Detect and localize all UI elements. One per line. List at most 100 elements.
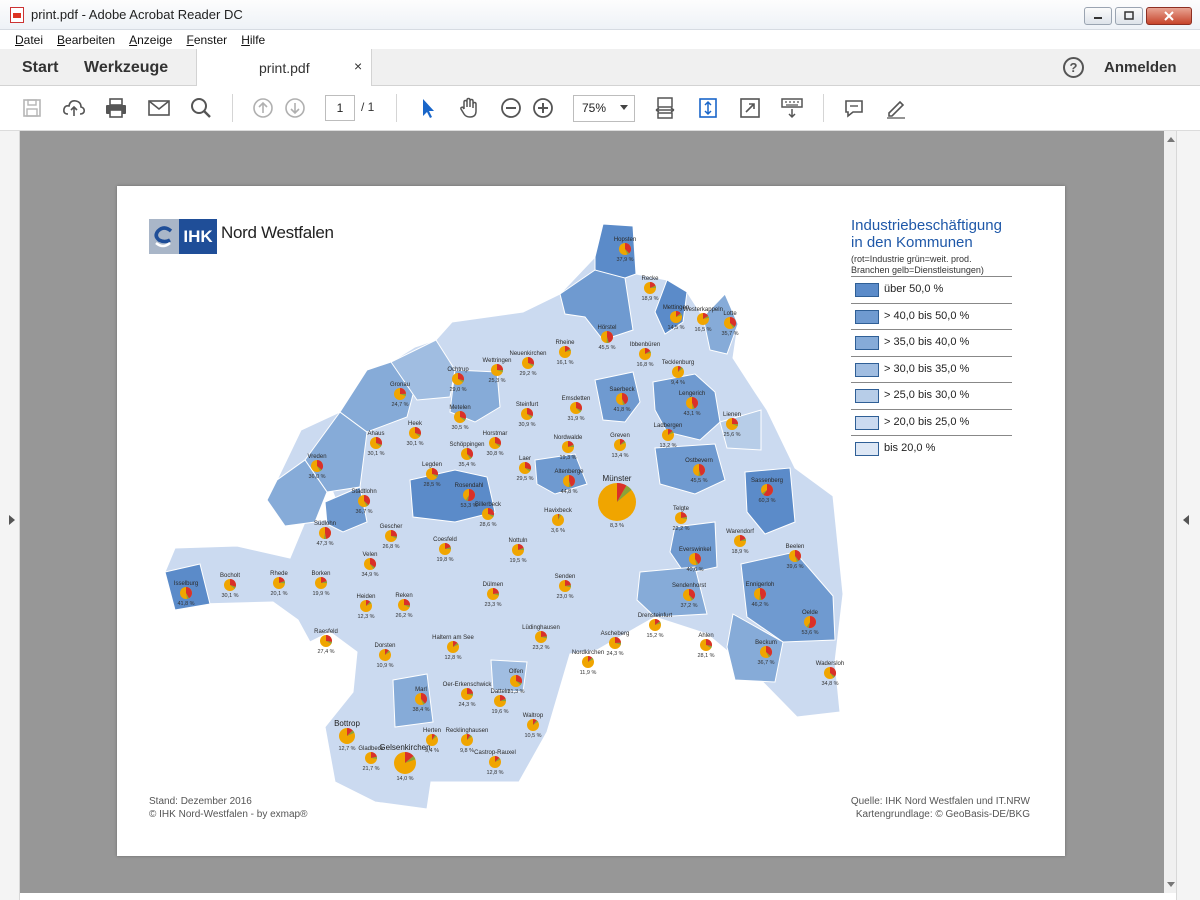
minimize-button[interactable] bbox=[1084, 7, 1112, 25]
chevron-down-icon[interactable] bbox=[620, 105, 628, 110]
place-value: 39,6 % bbox=[786, 564, 803, 570]
email-button[interactable] bbox=[147, 96, 171, 120]
place-name: Warendorf bbox=[726, 529, 754, 535]
help-icon[interactable]: ? bbox=[1063, 57, 1084, 78]
print-button[interactable] bbox=[104, 96, 128, 120]
sign-button[interactable] bbox=[884, 96, 908, 120]
place-value: 19,6 % bbox=[491, 709, 508, 715]
place-name: Heiden bbox=[356, 594, 375, 600]
page-fit-icon bbox=[655, 97, 675, 119]
keyboard-button[interactable] bbox=[780, 96, 804, 120]
place-name: Telgte bbox=[673, 506, 690, 512]
zoom-in-button[interactable] bbox=[531, 96, 555, 120]
search-button[interactable] bbox=[189, 96, 213, 120]
vertical-scrollbar[interactable] bbox=[1164, 131, 1176, 893]
place-name: Metelen bbox=[449, 405, 470, 411]
place-name: Ennigerloh bbox=[746, 582, 775, 588]
place-name: Legden bbox=[422, 462, 442, 468]
place-name: Haltern am See bbox=[432, 635, 474, 641]
comment-button[interactable] bbox=[842, 96, 866, 120]
place-value: 11,9 % bbox=[580, 670, 597, 676]
menu-datei[interactable]: Datei bbox=[15, 33, 43, 47]
fit-width-button[interactable] bbox=[653, 96, 677, 120]
menu-anzeige[interactable]: Anzeige bbox=[129, 33, 172, 47]
envelope-icon bbox=[148, 100, 170, 116]
place-value: 19,9 % bbox=[312, 591, 329, 597]
maximize-button[interactable] bbox=[1115, 7, 1143, 25]
place-name: Nordwalde bbox=[554, 435, 583, 441]
place-value: 36,7 % bbox=[355, 509, 372, 515]
menu-bearbeiten[interactable]: Bearbeiten bbox=[57, 33, 115, 47]
upload-button[interactable] bbox=[62, 96, 86, 120]
place-name: Vreden bbox=[307, 454, 326, 460]
place-value: 30,1 % bbox=[406, 441, 423, 447]
place-name: Oer-Erkenschwick bbox=[443, 682, 493, 688]
page-total: / 1 bbox=[361, 100, 375, 114]
place-value: 12,7 % bbox=[338, 746, 355, 752]
legend-subtitle-line: Branchen gelb=Dienstleistungen) bbox=[851, 265, 984, 275]
place-name: Marl bbox=[415, 687, 427, 693]
tab-document[interactable]: print.pdf × bbox=[196, 49, 372, 86]
select-tool-button[interactable] bbox=[416, 96, 440, 120]
place-name: Velen bbox=[362, 552, 377, 558]
menu-fenster[interactable]: Fenster bbox=[186, 33, 227, 47]
place-value: 46,2 % bbox=[751, 602, 768, 608]
minimize-icon bbox=[1094, 17, 1102, 19]
place-name: Lengerich bbox=[679, 391, 705, 397]
place-name: Olfen bbox=[509, 669, 523, 675]
printer-icon bbox=[106, 98, 126, 118]
place-name: Heek bbox=[408, 421, 423, 427]
previous-page-button[interactable] bbox=[251, 96, 275, 120]
legend-swatch bbox=[855, 283, 879, 297]
legend-swatch bbox=[855, 362, 879, 377]
place-value: 12,8 % bbox=[486, 770, 503, 776]
place-value: 30,1 % bbox=[367, 451, 384, 457]
place-name: Lotte bbox=[723, 311, 737, 317]
save-button[interactable] bbox=[20, 96, 44, 120]
document-tab-label: print.pdf bbox=[259, 60, 310, 76]
close-window-button[interactable] bbox=[1146, 7, 1192, 25]
tab-start[interactable]: Start bbox=[22, 59, 58, 77]
close-tab-button[interactable]: × bbox=[354, 58, 362, 74]
place-name: Wadersloh bbox=[816, 661, 844, 667]
scroll-mode-button[interactable] bbox=[696, 96, 720, 120]
place-name: Emsdetten bbox=[562, 396, 591, 402]
next-page-button[interactable] bbox=[283, 96, 307, 120]
footer-line: © IHK Nord-Westfalen - by exmap® bbox=[149, 809, 308, 820]
place-value: 29,0 % bbox=[449, 387, 466, 393]
place-name: Dorsten bbox=[374, 643, 395, 649]
place-value: 27,4 % bbox=[317, 649, 334, 655]
maximize-icon bbox=[1124, 11, 1134, 20]
menu-hilfe[interactable]: Hilfe bbox=[241, 33, 265, 47]
scroll-down-arrow-icon[interactable] bbox=[1167, 882, 1175, 887]
expand-right-arrow-icon[interactable] bbox=[1183, 515, 1189, 525]
place-name: Bocholt bbox=[220, 573, 240, 579]
keyboard-icon bbox=[781, 98, 803, 119]
place-name: Nordkirchen bbox=[572, 650, 604, 656]
hand-tool-button[interactable] bbox=[457, 96, 481, 120]
zoom-out-button[interactable] bbox=[499, 96, 523, 120]
expand-left-arrow-icon[interactable] bbox=[9, 515, 15, 525]
place-value: 21,7 % bbox=[362, 766, 379, 772]
legend-label: bis 20,0 % bbox=[884, 442, 936, 454]
place-name: Havixbeck bbox=[544, 508, 573, 514]
place-value: 53,6 % bbox=[801, 630, 818, 636]
legend-label: > 30,0 bis 35,0 % bbox=[884, 362, 970, 375]
tab-tools[interactable]: Werkzeuge bbox=[84, 59, 168, 77]
scroll-up-arrow-icon[interactable] bbox=[1167, 137, 1175, 142]
place-value: 13,4 % bbox=[611, 453, 628, 459]
cloud-upload-icon bbox=[63, 100, 85, 116]
search-icon bbox=[191, 98, 211, 118]
place-value: 25,3 % bbox=[488, 378, 505, 384]
place-value: 26,2 % bbox=[395, 613, 412, 619]
hand-icon bbox=[460, 97, 477, 118]
place-name: Hopsten bbox=[614, 237, 636, 243]
place-value: 14,0 % bbox=[396, 776, 413, 782]
place-value: 16,1 % bbox=[556, 360, 573, 366]
save-icon bbox=[23, 99, 41, 117]
fullscreen-button[interactable] bbox=[738, 96, 762, 120]
region-outline bbox=[164, 223, 844, 810]
page-number-input[interactable]: 1 bbox=[325, 95, 355, 121]
legend-subtitle-line: (rot=Industrie grün=weit. prod. bbox=[851, 254, 972, 264]
sign-in-link[interactable]: Anmelden bbox=[1104, 59, 1177, 76]
